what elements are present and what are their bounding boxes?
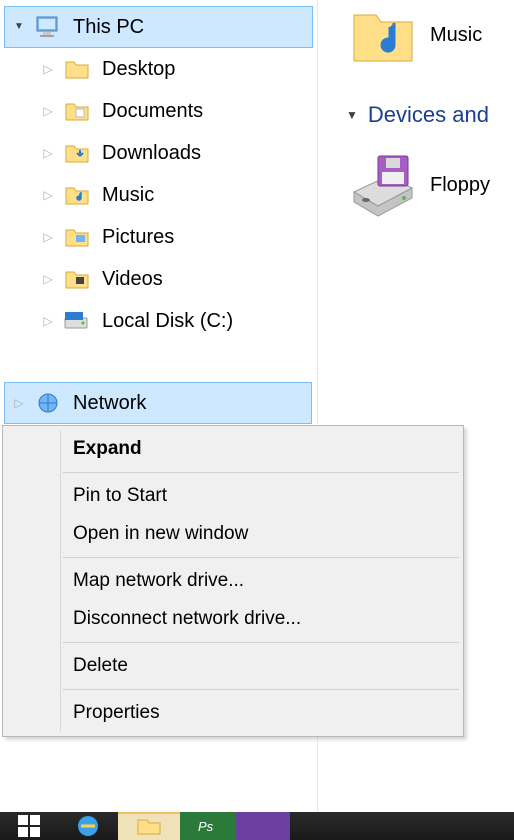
computer-icon <box>33 12 63 42</box>
context-menu: Expand Pin to Start Open in new window M… <box>2 425 464 737</box>
tree-item-videos[interactable]: Videos <box>4 258 313 300</box>
tree-label: Network <box>73 392 146 415</box>
context-menu-delete[interactable]: Delete <box>3 647 463 685</box>
chevron-right-icon[interactable] <box>40 145 56 161</box>
section-devices-and-drives[interactable]: ▼ Devices and <box>346 102 489 128</box>
context-menu-pin-to-start[interactable]: Pin to Start <box>3 477 463 515</box>
tree-label: Desktop <box>102 58 175 81</box>
tree-label: Videos <box>102 268 163 291</box>
context-menu-open-new-window[interactable]: Open in new window <box>3 515 463 553</box>
chevron-down-icon[interactable]: ▼ <box>346 108 358 122</box>
section-label: Devices and <box>368 102 489 128</box>
content-item-music[interactable]: Music <box>348 0 482 70</box>
folder-icon <box>62 222 92 252</box>
tree-item-desktop[interactable]: Desktop <box>4 48 313 90</box>
chevron-right-icon[interactable] <box>40 103 56 119</box>
context-menu-expand[interactable]: Expand <box>3 430 463 468</box>
floppy-drive-icon <box>348 150 418 220</box>
chevron-right-icon[interactable] <box>40 271 56 287</box>
chevron-down-icon[interactable] <box>11 19 27 35</box>
tree-label: Music <box>102 184 154 207</box>
tree-item-this-pc[interactable]: This PC <box>4 6 313 48</box>
taskbar-app-purple[interactable] <box>236 812 290 840</box>
folder-icon <box>62 138 92 168</box>
tree-item-documents[interactable]: Documents <box>4 90 313 132</box>
taskbar-app-green[interactable]: Ps <box>180 812 236 840</box>
context-menu-separator <box>63 557 459 558</box>
chevron-right-icon[interactable] <box>40 61 56 77</box>
tree-label: Downloads <box>102 142 201 165</box>
chevron-right-icon[interactable] <box>40 187 56 203</box>
network-icon <box>33 388 63 418</box>
context-menu-separator <box>63 689 459 690</box>
tree-item-network[interactable]: Network <box>4 382 312 424</box>
folder-icon <box>62 96 92 126</box>
tree-item-pictures[interactable]: Pictures <box>4 216 313 258</box>
context-menu-separator <box>63 642 459 643</box>
context-menu-properties[interactable]: Properties <box>3 694 463 732</box>
tree-label: Local Disk (C:) <box>102 310 233 333</box>
chevron-right-icon[interactable] <box>11 395 27 411</box>
tree-label: Pictures <box>102 226 174 249</box>
content-label: Music <box>430 24 482 47</box>
tree-item-local-disk[interactable]: Local Disk (C:) <box>4 300 313 342</box>
context-menu-map-network-drive[interactable]: Map network drive... <box>3 562 463 600</box>
context-menu-separator <box>63 472 459 473</box>
chevron-right-icon[interactable] <box>40 313 56 329</box>
tree-item-music[interactable]: Music <box>4 174 313 216</box>
taskbar-ie[interactable] <box>58 812 118 840</box>
folder-icon <box>62 180 92 210</box>
folder-icon <box>62 264 92 294</box>
context-menu-disconnect-network-drive[interactable]: Disconnect network drive... <box>3 600 463 638</box>
content-item-floppy[interactable]: Floppy <box>348 150 490 220</box>
content-label: Floppy <box>430 174 490 197</box>
start-button[interactable] <box>0 812 58 840</box>
drive-icon <box>62 306 92 336</box>
tree-label: Documents <box>102 100 203 123</box>
tree-label: This PC <box>73 16 144 39</box>
folder-icon <box>62 54 92 84</box>
svg-text:Ps: Ps <box>198 819 214 834</box>
music-folder-icon <box>348 0 418 70</box>
tree-item-downloads[interactable]: Downloads <box>4 132 313 174</box>
taskbar: Ps <box>0 812 514 840</box>
taskbar-explorer[interactable] <box>118 812 180 840</box>
chevron-right-icon[interactable] <box>40 229 56 245</box>
